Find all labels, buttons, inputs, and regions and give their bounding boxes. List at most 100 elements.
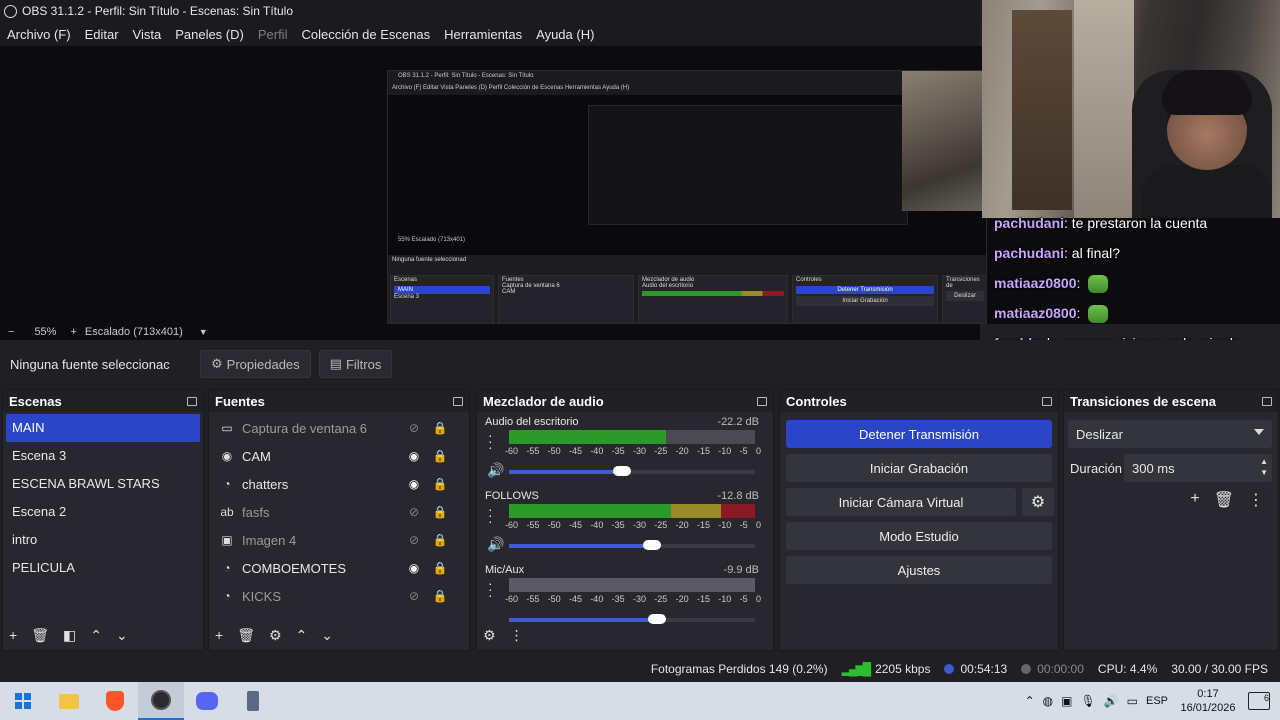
menu-perfil[interactable]: Perfil xyxy=(251,27,295,42)
move-up-icon[interactable]: ⌃ xyxy=(296,627,308,644)
lock-icon[interactable]: 🔒 xyxy=(432,533,448,547)
source-item[interactable]: ◉ CAM ◉ 🔒 xyxy=(212,442,466,470)
transition-select[interactable]: Deslizar xyxy=(1068,420,1272,448)
remove-transition-icon[interactable]: 🗑 xyxy=(1214,490,1234,510)
menu-archivo[interactable]: Archivo (F) xyxy=(0,27,78,42)
source-item[interactable]: ◔ chatters ◉ 🔒 xyxy=(212,470,466,498)
clock[interactable]: 0:17 16/01/2026 xyxy=(1176,687,1240,715)
notification-icon[interactable]: 6 xyxy=(1248,692,1270,710)
lock-icon[interactable]: 🔒 xyxy=(432,589,448,603)
advanced-audio-gear-icon[interactable]: ⚙ xyxy=(483,627,496,644)
source-item[interactable]: ab fasfs ⊘ 🔒 xyxy=(212,498,466,526)
mixer-channel: Audio del escritorio -22.2 dB · · · -60 -55… xyxy=(485,416,765,490)
scene-item-intro[interactable]: intro xyxy=(6,526,200,554)
menu-ayuda[interactable]: Ayuda (H) xyxy=(529,27,601,42)
virtual-cam-gear-icon[interactable]: ⚙ xyxy=(1022,488,1054,516)
eye-hidden-icon[interactable]: ⊘ xyxy=(406,533,422,547)
menu-editar[interactable]: Editar xyxy=(78,27,126,42)
eye-icon[interactable]: ◉ xyxy=(406,477,422,491)
speaker-icon[interactable]: 🔊 xyxy=(487,462,504,479)
eye-hidden-icon[interactable]: ⊘ xyxy=(406,505,422,519)
duration-input[interactable]: 300 ms ▲ ▼ xyxy=(1124,454,1272,482)
menu-paneles[interactable]: Paneles (D) xyxy=(168,27,251,42)
undock-icon[interactable] xyxy=(757,396,767,406)
add-source-icon[interactable]: + xyxy=(215,627,223,643)
taskbar-explorer[interactable] xyxy=(46,682,92,720)
taskbar-obs[interactable] xyxy=(138,682,184,720)
menu-coleccion[interactable]: Colección de Escenas xyxy=(294,27,437,42)
undock-icon[interactable] xyxy=(187,396,197,406)
volume-knob[interactable] xyxy=(613,466,632,476)
mixer-menu-icon[interactable]: ⋮ xyxy=(510,627,524,644)
lock-icon[interactable]: 🔒 xyxy=(432,561,448,575)
network-icon[interactable]: ▭ xyxy=(1127,694,1138,708)
taskbar-app[interactable] xyxy=(230,682,276,720)
properties-button[interactable]: ⚙ Propiedades xyxy=(200,350,311,378)
meter-ticks: -60 -55 -50 -45 -40 -35 -30 -25 -20 -15 -10 -5 0 xyxy=(505,594,761,604)
scene-item-escena-3[interactable]: Escena 3 xyxy=(6,442,200,470)
more-options-icon[interactable]: · · · xyxy=(488,428,493,454)
undock-icon[interactable] xyxy=(1042,396,1052,406)
source-item[interactable]: ◔ COMBOEMOTES ◉ 🔒 xyxy=(212,554,466,582)
eye-hidden-icon[interactable]: ⊘ xyxy=(406,589,422,603)
source-item[interactable]: ◔ KICKS ⊘ 🔒 xyxy=(212,582,466,610)
chevron-down-icon[interactable]: ▼ xyxy=(199,327,208,337)
microphone-icon[interactable]: 🎙 xyxy=(1080,694,1095,708)
filters-button[interactable]: ▤ Filtros xyxy=(318,350,393,378)
move-up-icon[interactable]: ⌃ xyxy=(90,627,102,644)
source-item[interactable]: ▭ Captura de ventana 6 ⊘ 🔒 xyxy=(212,414,466,442)
studio-mode-button[interactable]: Modo Estudio xyxy=(786,522,1052,550)
spinner-icon[interactable]: ▲ ▼ xyxy=(1260,456,1268,478)
nested-scene-3: Escena 3 xyxy=(394,294,420,300)
start-recording-button[interactable]: Iniciar Grabación xyxy=(786,454,1052,482)
eye-icon[interactable]: ◉ xyxy=(406,449,422,463)
volume-knob[interactable] xyxy=(642,540,661,550)
move-down-icon[interactable]: ⌄ xyxy=(116,627,128,644)
brave-icon xyxy=(106,691,124,711)
scene-item-main[interactable]: MAIN xyxy=(6,414,200,442)
undock-icon[interactable] xyxy=(453,396,463,406)
meter-tick-label: -5 xyxy=(739,594,748,604)
add-scene-icon[interactable]: + xyxy=(9,627,17,643)
eye-icon[interactable]: ◉ xyxy=(406,561,422,575)
more-options-icon[interactable]: · · · xyxy=(488,502,493,528)
scene-filters-icon[interactable]: ◧ xyxy=(63,627,76,644)
virtual-camera-button[interactable]: Iniciar Cámara Virtual xyxy=(786,488,1016,516)
remove-source-icon[interactable]: 🗑 xyxy=(237,627,255,644)
source-settings-icon[interactable]: ⚙ xyxy=(269,627,282,644)
controls-body: Detener Transmisión Iniciar Grabación In… xyxy=(780,412,1058,584)
taskbar-discord[interactable] xyxy=(184,682,230,720)
taskbar-brave[interactable] xyxy=(92,682,138,720)
start-button[interactable] xyxy=(0,682,46,720)
speaker-icon[interactable]: 🔊 xyxy=(487,536,504,553)
add-transition-icon[interactable]: + xyxy=(1190,490,1199,510)
chevron-up-icon[interactable]: ⌃ xyxy=(1025,694,1035,708)
stop-stream-button[interactable]: Detener Transmisión xyxy=(786,420,1052,448)
volume-icon[interactable]: 🔊 xyxy=(1104,694,1119,708)
menu-vista[interactable]: Vista xyxy=(126,27,169,42)
transition-menu-icon[interactable]: ⋮ xyxy=(1248,490,1264,510)
scene-item-escena-2[interactable]: Escena 2 xyxy=(6,498,200,526)
settings-button[interactable]: Ajustes xyxy=(786,556,1052,584)
language-indicator[interactable]: ESP xyxy=(1146,695,1168,707)
nested-transitions: Transiciones de Deslizar xyxy=(942,275,986,323)
lock-icon[interactable]: 🔒 xyxy=(432,477,448,491)
volume-slider[interactable] xyxy=(509,466,755,476)
lock-icon[interactable]: 🔒 xyxy=(432,505,448,519)
scene-item-brawl-stars[interactable]: ESCENA BRAWL STARS xyxy=(6,470,200,498)
lock-icon[interactable]: 🔒 xyxy=(432,449,448,463)
volume-slider[interactable] xyxy=(509,540,755,550)
tray-app-icon[interactable]: ◍ xyxy=(1043,694,1053,708)
scene-item-pelicula[interactable]: PELICULA xyxy=(6,554,200,582)
more-options-icon[interactable]: · · · xyxy=(488,576,493,602)
menu-herramientas[interactable]: Herramientas xyxy=(437,27,529,42)
eye-hidden-icon[interactable]: ⊘ xyxy=(406,421,422,435)
undock-icon[interactable] xyxy=(1262,396,1272,406)
remove-scene-icon[interactable]: 🗑 xyxy=(31,627,49,644)
zoom-out-button[interactable]: − xyxy=(8,326,14,338)
source-item[interactable]: ▣ Imagen 4 ⊘ 🔒 xyxy=(212,526,466,554)
move-down-icon[interactable]: ⌄ xyxy=(321,627,333,644)
lock-icon[interactable]: 🔒 xyxy=(432,421,448,435)
tray-app-icon[interactable]: ▣ xyxy=(1061,694,1072,708)
zoom-in-button[interactable]: + xyxy=(70,326,76,338)
